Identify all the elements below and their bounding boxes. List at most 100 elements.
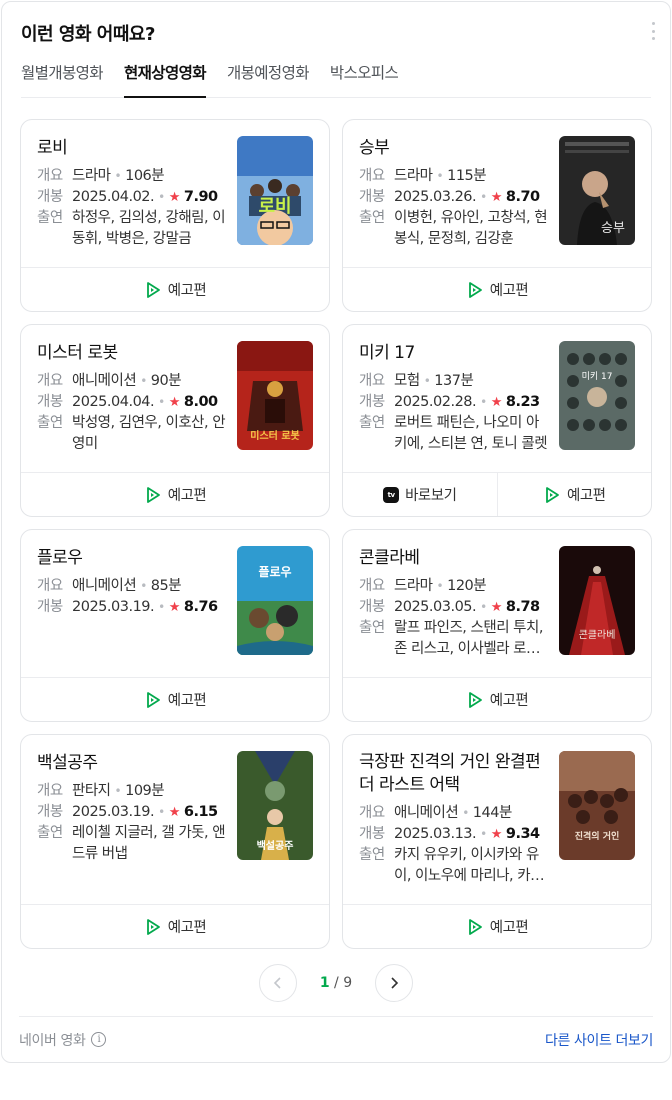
movie-info: 개요 판타지 • 109분 개봉 2025.03.19. • ★ 6.15 출연 레이첼 지글러… xyxy=(37,781,227,865)
info-icon[interactable]: i xyxy=(91,1032,107,1047)
movie-title[interactable]: 콘클라베 xyxy=(359,546,549,570)
trailer-button[interactable]: 예고편 xyxy=(343,678,651,721)
cast-label: 출연 xyxy=(359,210,385,226)
movie-poster[interactable]: 미스터 로봇 xyxy=(237,341,313,450)
trailer-button[interactable]: 예고편 xyxy=(343,905,651,948)
genre: 애니메이션 xyxy=(72,373,137,389)
poster-text: 백설공주 xyxy=(257,839,294,852)
pagination: 1 / 9 xyxy=(0,964,672,1002)
summary-label: 개요 xyxy=(359,168,385,184)
play-icon xyxy=(468,281,482,298)
movie-info: 개요 모험 • 137분 개봉 2025.02.28. • ★ 8.23 출연 로버트 패틴슨,… xyxy=(359,371,549,455)
rating: 6.15 xyxy=(183,804,218,820)
trailer-button[interactable]: 예고편 xyxy=(21,905,329,948)
movie-info: 개요 애니메이션 • 90분 개봉 2025.04.04. • ★ 8.00 출연 박성영, 김… xyxy=(37,371,227,455)
play-icon xyxy=(468,691,482,708)
trailer-button[interactable]: 예고편 xyxy=(21,268,329,311)
tab-monthly-releases[interactable]: 월별개봉영화 xyxy=(21,58,104,98)
release-label: 개봉 xyxy=(37,804,63,820)
star-icon: ★ xyxy=(490,395,503,410)
movie-card[interactable]: 플로우 개요 애니메이션 • 85분 개봉 2025.03.19. • ★ 8.76 플로우 … xyxy=(20,529,330,722)
trailer-label: 예고편 xyxy=(489,693,529,709)
movie-poster[interactable]: 백설공주 xyxy=(237,751,313,860)
trailer-label: 예고편 xyxy=(566,488,606,504)
source-label: 네이버 영화 xyxy=(19,1032,86,1049)
genre: 드라마 xyxy=(394,578,433,594)
movie-info: 개요 드라마 • 120분 개봉 2025.03.05. • ★ 8.78 출연 랄프 파인즈,… xyxy=(359,576,549,660)
star-icon: ★ xyxy=(490,600,503,615)
movie-card[interactable]: 극장판 진격의 거인 완결편 더 라스트 어택 개요 애니메이션 • 144분 개봉 2… xyxy=(342,734,652,949)
trailer-button[interactable]: 예고편 xyxy=(21,678,329,721)
trailer-button[interactable]: 예고편 xyxy=(343,268,651,311)
movie-card[interactable]: 미스터 로봇 개요 애니메이션 • 90분 개봉 2025.04.04. • ★ 8.00 출… xyxy=(20,324,330,517)
rating: 8.78 xyxy=(505,599,540,615)
movie-card[interactable]: 백설공주 개요 판타지 • 109분 개봉 2025.03.19. • ★ 6.15 출연 레이… xyxy=(20,734,330,949)
poster-text: 로비 xyxy=(258,196,291,217)
rating: 8.70 xyxy=(505,189,540,205)
movie-title[interactable]: 극장판 진격의 거인 완결편 더 라스트 어택 xyxy=(359,751,549,797)
page-separator: / xyxy=(334,975,339,991)
trailer-label: 예고편 xyxy=(167,693,207,709)
release-date: 2025.03.19. xyxy=(72,599,155,615)
movie-poster[interactable]: 콘클라베 xyxy=(559,546,635,655)
movie-info: 개요 드라마 • 115분 개봉 2025.03.26. • ★ 8.70 출연 이병헌, 유아… xyxy=(359,166,549,250)
cast-list: 로버트 패틴슨, 나오미 아키에, 스티븐 연, 토니 콜렛 xyxy=(394,415,548,452)
movie-title[interactable]: 백설공주 xyxy=(37,751,227,775)
trailer-label: 예고편 xyxy=(489,920,529,936)
release-label: 개봉 xyxy=(37,189,63,205)
release-label: 개봉 xyxy=(359,599,385,615)
vertical-ellipsis-icon[interactable] xyxy=(648,22,658,40)
page-indicator: 1 / 9 xyxy=(297,975,375,991)
trailer-label: 예고편 xyxy=(489,283,529,299)
chevron-right-icon xyxy=(391,977,399,989)
watch-now-label: 바로보기 xyxy=(405,488,457,504)
rating: 8.23 xyxy=(505,394,540,410)
genre: 애니메이션 xyxy=(394,805,459,821)
poster-text: 미스터 로봇 xyxy=(250,429,299,442)
runtime: 109분 xyxy=(125,783,165,799)
movie-title[interactable]: 로비 xyxy=(37,136,227,160)
trailer-label: 예고편 xyxy=(167,283,207,299)
movie-poster[interactable]: 플로우 xyxy=(237,546,313,655)
cast-label: 출연 xyxy=(359,847,385,863)
release-label: 개봉 xyxy=(359,394,385,410)
genre: 드라마 xyxy=(72,168,111,184)
star-icon: ★ xyxy=(168,395,181,410)
other-sites-link[interactable]: 다른 사이트 더보기 xyxy=(545,1030,653,1050)
trailer-button[interactable]: 예고편 xyxy=(21,473,329,516)
runtime: 85분 xyxy=(150,578,182,594)
cast-label: 출연 xyxy=(359,415,385,431)
movie-poster[interactable]: 승부 xyxy=(559,136,635,245)
prev-page-button[interactable] xyxy=(259,964,297,1002)
total-pages: 9 xyxy=(343,975,353,991)
cast-label: 출연 xyxy=(37,415,63,431)
poster-text: 진격의 거인 xyxy=(575,830,620,842)
movie-card[interactable]: 로비 개요 드라마 • 106분 개봉 2025.04.02. • ★ 7.90 출연 하정우,… xyxy=(20,119,330,312)
movie-poster[interactable]: 미키 17 xyxy=(559,341,635,450)
play-icon xyxy=(146,691,160,708)
movie-poster[interactable]: 진격의 거인 xyxy=(559,751,635,860)
cast-list: 하정우, 김의성, 강해림, 이동휘, 박병은, 강말금 xyxy=(72,210,226,247)
movie-title[interactable]: 미키 17 xyxy=(359,341,549,365)
trailer-button[interactable]: 예고편 xyxy=(496,473,652,516)
tab-box-office[interactable]: 박스오피스 xyxy=(330,58,399,98)
runtime: 120분 xyxy=(447,578,487,594)
movie-title[interactable]: 승부 xyxy=(359,136,549,160)
runtime: 137분 xyxy=(434,373,474,389)
current-page: 1 xyxy=(319,975,330,991)
movie-card[interactable]: 승부 개요 드라마 • 115분 개봉 2025.03.26. • ★ 8.70 출연 이병헌,… xyxy=(342,119,652,312)
movie-card[interactable]: 콘클라베 개요 드라마 • 120분 개봉 2025.03.05. • ★ 8.78 출연 랄프… xyxy=(342,529,652,722)
watch-now-button[interactable]: tv 바로보기 xyxy=(343,473,497,516)
movie-card[interactable]: 미키 17 개요 모험 • 137분 개봉 2025.02.28. • ★ 8.23 출연 로버… xyxy=(342,324,652,517)
trailer-label: 예고편 xyxy=(167,920,207,936)
movie-poster[interactable]: 로비 xyxy=(237,136,313,245)
cast-list: 이병헌, 유아인, 고창석, 현봉식, 문정희, 김강훈 xyxy=(394,210,548,247)
next-page-button[interactable] xyxy=(375,964,413,1002)
tab-upcoming[interactable]: 개봉예정영화 xyxy=(227,58,310,98)
movie-title[interactable]: 플로우 xyxy=(37,546,227,570)
movie-info: 개요 애니메이션 • 85분 개봉 2025.03.19. • ★ 8.76 xyxy=(37,576,227,618)
cast-list: 랄프 파인즈, 스탠리 투치, 존 리스고, 이사벨라 로셀리니 xyxy=(394,620,543,657)
cast-label: 출연 xyxy=(37,825,63,841)
tab-now-showing[interactable]: 현재상영영화 xyxy=(123,58,207,98)
movie-title[interactable]: 미스터 로봇 xyxy=(37,341,227,365)
